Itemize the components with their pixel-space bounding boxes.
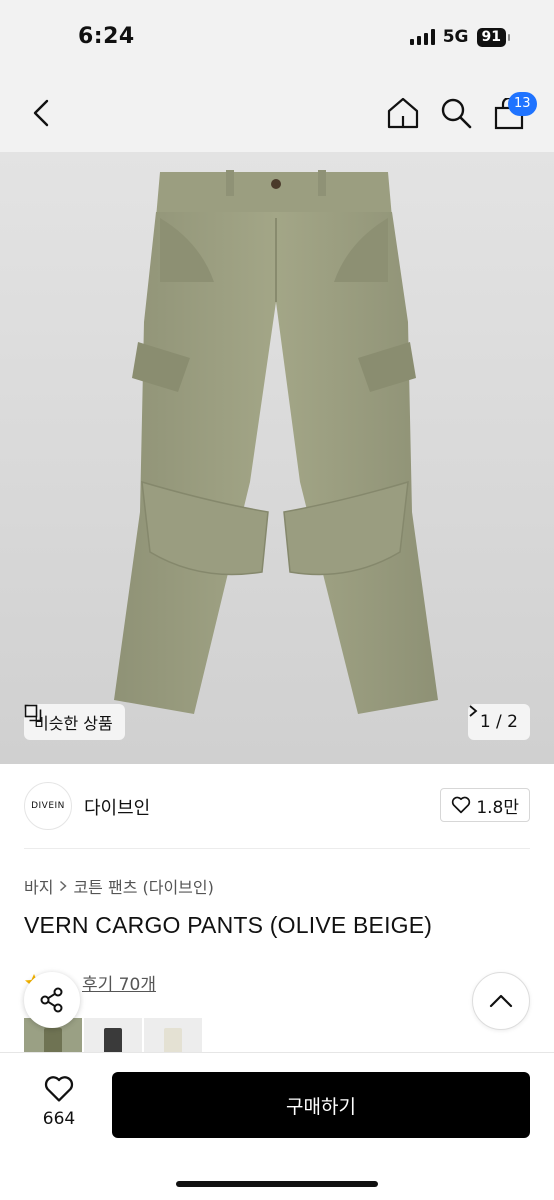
cargo-pants-image — [114, 170, 438, 714]
similar-products-button[interactable]: 비슷한 상품 — [24, 704, 125, 740]
chevron-right-icon — [469, 705, 478, 717]
product-like-button[interactable]: 664 — [28, 1075, 90, 1129]
network-label: 5G — [442, 27, 469, 47]
share-icon — [40, 987, 63, 1013]
cart-count-badge: 13 — [508, 92, 537, 116]
status-bar: 6:24 5G 91 — [0, 0, 554, 72]
share-button[interactable] — [24, 972, 80, 1028]
status-indicators: 5G 91 — [409, 27, 511, 47]
chevron-left-icon[interactable] — [28, 98, 56, 128]
search-icon[interactable] — [440, 97, 472, 129]
buy-button[interactable]: 구매하기 — [112, 1072, 530, 1138]
heart-icon — [452, 796, 471, 814]
bottom-action-bar: 664 구매하기 — [0, 1052, 554, 1200]
product-image[interactable]: 비슷한 상품 1 / 2 — [0, 152, 554, 764]
page-indicator: 1 / 2 — [479, 712, 518, 732]
similar-products-label: 비슷한 상품 — [34, 714, 113, 733]
similar-items-icon — [24, 704, 42, 722]
brand-like-count: 1.8만 — [476, 797, 519, 818]
product-title: VERN CARGO PANTS (OLIVE BEIGE) — [24, 912, 433, 938]
brand-logo[interactable]: DIVEIN — [24, 782, 72, 830]
scroll-top-button[interactable] — [472, 972, 530, 1030]
chevron-up-icon — [489, 994, 513, 1008]
brand-name[interactable]: 다이브인 — [84, 794, 150, 820]
heart-icon — [44, 1076, 74, 1102]
breadcrumb-subcategory[interactable]: 코튼 팬츠 (다이브인) — [73, 874, 213, 898]
color-option-ivory[interactable] — [144, 1018, 202, 1052]
chevron-right-icon — [60, 880, 68, 892]
brand-row: DIVEIN 다이브인 1.8만 — [0, 778, 554, 844]
status-time: 6:24 — [78, 24, 135, 49]
home-indicator — [176, 1181, 378, 1187]
divider — [24, 848, 530, 849]
breadcrumb-category[interactable]: 바지 — [24, 874, 53, 898]
color-option-charcoal[interactable] — [84, 1018, 142, 1052]
brand-like-button[interactable]: 1.8만 — [440, 788, 530, 822]
breadcrumb: 바지 코튼 팬츠 (다이브인) — [24, 874, 214, 898]
image-pager[interactable]: 1 / 2 — [467, 704, 530, 740]
review-count-link[interactable]: 후기 70개 — [82, 970, 156, 995]
nav-bar: 13 — [0, 72, 554, 152]
product-like-count: 664 — [42, 1109, 76, 1129]
home-icon[interactable] — [386, 96, 420, 130]
signal-icon — [409, 29, 435, 45]
battery-icon: 91 — [476, 27, 511, 47]
